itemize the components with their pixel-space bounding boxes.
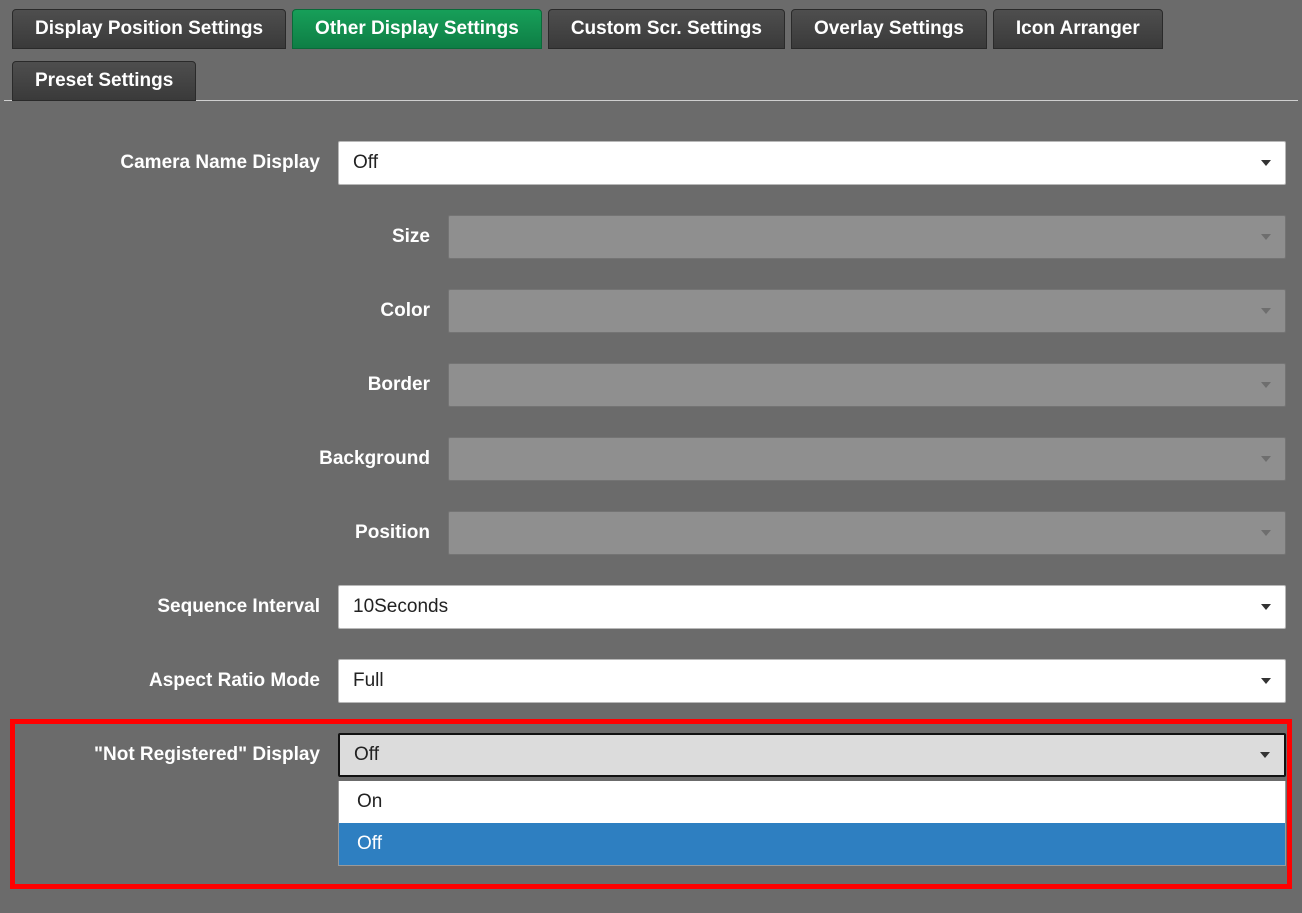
label-aspect-ratio-mode: Aspect Ratio Mode bbox=[16, 670, 338, 692]
select-value: Full bbox=[353, 670, 384, 692]
select-sequence-interval[interactable]: 10Seconds bbox=[338, 585, 1286, 629]
chevron-down-icon bbox=[1261, 234, 1271, 240]
tab-custom-scr-settings[interactable]: Custom Scr. Settings bbox=[548, 9, 785, 49]
tab-other-display-settings[interactable]: Other Display Settings bbox=[292, 9, 542, 49]
select-position bbox=[448, 511, 1286, 555]
select-border bbox=[448, 363, 1286, 407]
select-value: Off bbox=[354, 744, 379, 766]
select-size bbox=[448, 215, 1286, 259]
label-border: Border bbox=[16, 374, 448, 396]
tab-bar: Display Position Settings Other Display … bbox=[4, 4, 1298, 101]
label-sequence-interval: Sequence Interval bbox=[16, 596, 338, 618]
chevron-down-icon bbox=[1261, 308, 1271, 314]
label-not-registered-display: "Not Registered" Display bbox=[16, 744, 338, 766]
label-color: Color bbox=[16, 300, 448, 322]
tab-preset-settings[interactable]: Preset Settings bbox=[12, 61, 196, 101]
tab-overlay-settings[interactable]: Overlay Settings bbox=[791, 9, 987, 49]
select-not-registered-display[interactable]: Off bbox=[338, 733, 1286, 777]
chevron-down-icon bbox=[1261, 604, 1271, 610]
select-camera-name-display[interactable]: Off bbox=[338, 141, 1286, 185]
chevron-down-icon bbox=[1261, 678, 1271, 684]
select-value: Off bbox=[353, 152, 378, 174]
label-background: Background bbox=[16, 448, 448, 470]
chevron-down-icon bbox=[1261, 530, 1271, 536]
label-size: Size bbox=[16, 226, 448, 248]
option-on[interactable]: On bbox=[339, 781, 1285, 823]
chevron-down-icon bbox=[1260, 752, 1270, 758]
chevron-down-icon bbox=[1261, 160, 1271, 166]
option-off[interactable]: Off bbox=[339, 823, 1285, 865]
select-background bbox=[448, 437, 1286, 481]
select-color bbox=[448, 289, 1286, 333]
chevron-down-icon bbox=[1261, 456, 1271, 462]
tab-display-position-settings[interactable]: Display Position Settings bbox=[12, 9, 286, 49]
label-camera-name-display: Camera Name Display bbox=[16, 152, 338, 174]
settings-panel: Camera Name Display Off Size Color Borde… bbox=[4, 101, 1298, 777]
dropdown-not-registered: On Off bbox=[338, 781, 1286, 866]
chevron-down-icon bbox=[1261, 382, 1271, 388]
select-aspect-ratio-mode[interactable]: Full bbox=[338, 659, 1286, 703]
select-value: 10Seconds bbox=[353, 596, 448, 618]
tab-icon-arranger[interactable]: Icon Arranger bbox=[993, 9, 1163, 49]
label-position: Position bbox=[16, 522, 448, 544]
